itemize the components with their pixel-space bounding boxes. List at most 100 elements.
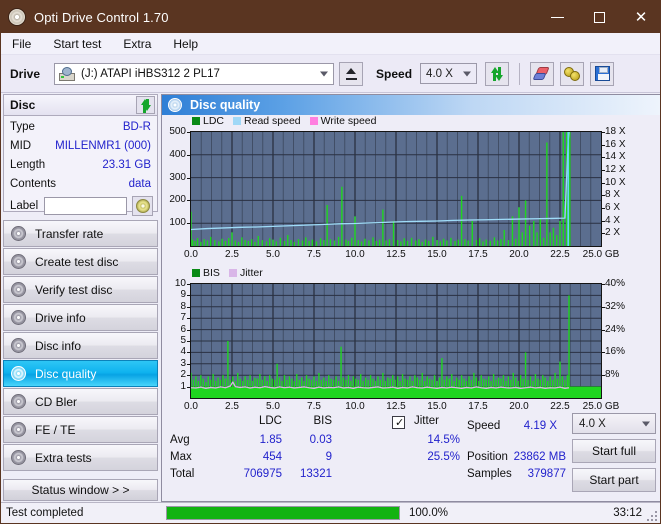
y-tick-mark (187, 386, 190, 388)
disc-row-length: Length 23.31 GB (4, 156, 157, 173)
page-title: Disc quality (190, 98, 261, 112)
eject-button[interactable] (339, 61, 364, 86)
x-tick-label: 20.0 (509, 249, 529, 260)
test-speed-select[interactable]: 4.0 X (572, 413, 656, 434)
disc-refresh-button[interactable] (136, 96, 155, 114)
window-controls: ✕ (536, 1, 660, 33)
disc-value-mid: MILLENMR1 (000) (55, 139, 151, 152)
drive-toolbar: Drive (J:) ATAPI iHBS312 2 PL17 Speed 4.… (1, 55, 660, 93)
sidebar-item-disc-quality[interactable]: Disc quality (3, 360, 158, 387)
y2-tick-label: 32% (605, 300, 626, 312)
sidebar-item-transfer-rate[interactable]: Transfer rate (3, 220, 158, 247)
y-tick-label: 3 (180, 357, 186, 369)
sidebar-item-cd-bler[interactable]: CD Bler (3, 388, 158, 415)
sidebar-item-label: Disc quality (35, 366, 97, 381)
sidebar-item-label: Drive info (35, 310, 86, 325)
check-icon: ✓ (395, 416, 405, 429)
y2-tick-mark (602, 329, 605, 331)
legend-swatch-read-speed (233, 117, 242, 125)
samples-stat-value: 379877 (527, 468, 566, 480)
sidebar-item-label: FE / TE (35, 422, 76, 437)
menu-help[interactable]: Help (170, 36, 201, 52)
menu-extra[interactable]: Extra (120, 36, 154, 52)
y-tick-label: 100 (169, 217, 186, 229)
legend-swatch-bis (192, 269, 200, 277)
legend-label-write-speed: Write speed (320, 115, 377, 127)
jitter-checkbox[interactable]: ✓ (392, 416, 405, 429)
speed-select[interactable]: 4.0 X (420, 63, 478, 84)
refresh-icon (489, 66, 505, 82)
settings-button[interactable] (560, 61, 585, 86)
disc-info-box: Type BD-R MID MILLENMR1 (000) Length 23.… (3, 116, 158, 216)
disc-label-input[interactable] (44, 197, 128, 215)
legend-label-read-speed: Read speed (244, 115, 301, 127)
y2-tick-label: 40% (605, 278, 626, 289)
sidebar-item-create-test-disc[interactable]: Create test disc (3, 248, 158, 275)
y-tick-label: 8 (180, 300, 186, 312)
disc-icon (168, 98, 182, 112)
progress-bar (166, 506, 400, 520)
menu-start-test[interactable]: Start test (50, 36, 104, 52)
y-tick-label: 2 (180, 369, 186, 381)
x-tick-label: 7.5 (307, 249, 321, 260)
y-tick-mark (187, 154, 190, 156)
y-tick-label: 400 (169, 148, 186, 160)
disc-label-button[interactable] (132, 196, 153, 216)
sidebar-item-fe-te[interactable]: FE / TE (3, 416, 158, 443)
drive-select[interactable]: (J:) ATAPI iHBS312 2 PL17 (54, 62, 335, 85)
y2-tick-label: 16 X (605, 138, 626, 150)
sidebar-item-verify-test-disc[interactable]: Verify test disc (3, 276, 158, 303)
eject-icon (346, 67, 357, 74)
disc-icon (11, 422, 26, 437)
menu-bar: File Start test Extra Help (1, 33, 660, 55)
disc-row-contents: Contents data (4, 175, 157, 192)
eraser-icon (532, 66, 551, 82)
disc-key-type: Type (10, 120, 35, 133)
y-tick-label: 300 (169, 171, 186, 183)
sidebar-nav: Transfer rate Create test disc Verify te… (3, 220, 158, 472)
y2-tick-mark (602, 132, 605, 133)
sidebar-item-disc-info[interactable]: Disc info (3, 332, 158, 359)
sidebar-item-drive-info[interactable]: Drive info (3, 304, 158, 331)
maximize-button[interactable] (578, 1, 620, 33)
x-tick-label: 0.0 (184, 249, 198, 260)
avg-jitter-value: 14.5% (427, 434, 460, 446)
disc-icon (11, 282, 26, 297)
close-icon: ✕ (634, 7, 648, 26)
y-tick-mark (187, 177, 190, 179)
chevron-down-icon (463, 71, 472, 76)
sidebar-item-extra-tests[interactable]: Extra tests (3, 444, 158, 471)
status-window-label: Status window > > (31, 483, 130, 497)
disc-value-contents: data (128, 177, 151, 190)
minimize-button[interactable] (536, 1, 578, 33)
minimize-icon (550, 16, 564, 18)
start-full-button[interactable]: Start full (572, 439, 656, 463)
start-part-button[interactable]: Start part (572, 468, 656, 492)
menu-file[interactable]: File (9, 36, 34, 52)
y2-tick-mark (602, 182, 605, 184)
legend-label-ldc: LDC (203, 115, 225, 127)
y2-tick-label: 24% (605, 323, 626, 335)
y-tick-mark (187, 341, 190, 342)
y2-tick-mark (602, 157, 605, 159)
elapsed-time: 33:12 (613, 507, 642, 519)
maximize-icon (593, 11, 605, 23)
max-jitter-value: 25.5% (427, 451, 460, 463)
close-button[interactable]: ✕ (620, 1, 660, 33)
status-message: Test completed (6, 507, 84, 519)
bis-chart: BIS Jitter 10 9 8 7 6 5 4 3 2 1 40% 32% 24% 16% 8% 0.0 2… (162, 267, 660, 415)
y2-tick-mark (602, 284, 605, 285)
save-button[interactable] (590, 61, 615, 86)
disc-value-length: 23.31 GB (102, 158, 151, 171)
erase-button[interactable] (530, 61, 555, 86)
y-tick-label: 500 (169, 126, 186, 137)
resize-grip[interactable] (647, 511, 657, 521)
status-window-button[interactable]: Status window > > (3, 479, 158, 501)
y2-tick-mark (602, 144, 605, 146)
disc-key-contents: Contents (10, 177, 57, 190)
y-tick-mark (187, 329, 190, 331)
y2-tick-mark (602, 195, 605, 197)
y2-tick-mark (602, 220, 605, 222)
speed-stat-label: Speed (467, 420, 501, 432)
refresh-button[interactable] (485, 61, 510, 86)
